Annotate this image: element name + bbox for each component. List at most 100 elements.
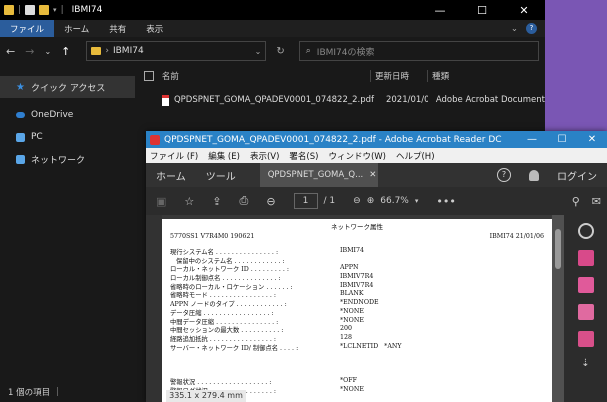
acrobat-toolbar: ▣ ☆ ⇪ ⎙ ⊖ 1 / 1 ⊖ ⊕ 66.7% ▾ ••• ⚲ ✉ bbox=[146, 187, 607, 215]
attribute-row: サーバー・ネットワーク ID/ 制御点名 . . . . : *LCLNETID … bbox=[170, 343, 544, 352]
column-date[interactable]: 更新日時 bbox=[370, 70, 427, 82]
search-icon: ⌕ bbox=[305, 46, 311, 56]
right-tools-pane: ⇣ bbox=[564, 215, 607, 402]
attribute-value: IBMIV7R4 bbox=[340, 273, 374, 281]
close-icon[interactable]: ✕ bbox=[577, 134, 607, 145]
attribute-list: 現行システム名 . . . . . . . . . . . . . . . : I… bbox=[170, 247, 544, 351]
tab-tools[interactable]: ツール bbox=[196, 163, 246, 187]
page-header-left: 5770SS1 V7R4M0 190621 bbox=[170, 233, 255, 240]
attribute-value: APPN bbox=[340, 264, 359, 272]
upload-icon[interactable]: ⇪ bbox=[212, 195, 221, 208]
edit-pdf-icon[interactable] bbox=[577, 277, 594, 293]
tab-view[interactable]: 表示 bbox=[136, 20, 173, 37]
file-name: QPDSPNET_GOMA_QPADEV0001_074822_2.pdf bbox=[173, 95, 375, 105]
nav-item-label: クイック アクセス bbox=[30, 83, 106, 94]
attribute-label: 現行システム名 . . . . . . . . . . . . . . . : bbox=[170, 249, 279, 256]
attribute-value: *NONE bbox=[340, 316, 364, 324]
nav-item-label: ネットワーク bbox=[31, 155, 86, 166]
export-pdf-icon[interactable] bbox=[577, 250, 594, 266]
file-row[interactable]: QPDSPNET_GOMA_QPADEV0001_074822_2.pdf 20… bbox=[140, 90, 545, 110]
divider: | bbox=[60, 5, 64, 15]
attribute-row: 現行システム名 . . . . . . . . . . . . . . . : I… bbox=[170, 247, 544, 256]
bookmark-star-icon[interactable]: ☆ bbox=[184, 195, 194, 208]
close-tab-icon[interactable]: ✕ bbox=[369, 170, 376, 180]
new-folder-icon[interactable] bbox=[39, 5, 50, 15]
attribute-value: 128 bbox=[340, 333, 353, 341]
chevron-down-icon[interactable]: ⌄ bbox=[255, 47, 262, 56]
tab-share[interactable]: 共有 bbox=[99, 20, 136, 37]
pdf-file-icon bbox=[162, 94, 169, 106]
zoom-out-icon[interactable]: ⊖ bbox=[353, 196, 361, 206]
menu-sign[interactable]: 署名(S) bbox=[289, 150, 318, 162]
chevron-down-icon[interactable]: ⇣ bbox=[581, 358, 589, 369]
nav-item-network[interactable]: ネットワーク bbox=[0, 148, 135, 170]
nav-item-quick-access[interactable]: ★ クイック アクセス bbox=[0, 76, 135, 98]
minimize-icon[interactable]: — bbox=[517, 134, 547, 145]
print-icon[interactable]: ⎙ bbox=[240, 194, 249, 208]
zoom-value[interactable]: 66.7% bbox=[380, 196, 409, 206]
explorer-titlebar: | ▾ | IBMI74 — ☐ ✕ bbox=[0, 0, 545, 20]
acrobat-logo-icon bbox=[150, 134, 160, 145]
zoom-plus-icon[interactable]: ⊕ bbox=[367, 196, 375, 206]
chevron-down-icon[interactable]: ▾ bbox=[53, 6, 57, 14]
menu-window[interactable]: ウィンドウ(W) bbox=[328, 150, 386, 162]
link-icon[interactable]: ⚲ bbox=[572, 195, 580, 208]
close-icon[interactable]: ✕ bbox=[503, 4, 545, 17]
minimize-icon[interactable]: — bbox=[419, 4, 461, 17]
attribute-value: *LCLNETID *ANY bbox=[340, 342, 402, 350]
properties-icon[interactable] bbox=[25, 5, 36, 15]
tab-home[interactable]: ホーム bbox=[54, 20, 99, 37]
address-bar[interactable]: › IBMI74 ⌄ bbox=[86, 41, 267, 61]
menu-edit[interactable]: 編集 (E) bbox=[208, 150, 240, 162]
address-path: IBMI74 bbox=[112, 46, 144, 56]
save-icon[interactable]: ▣ bbox=[156, 195, 166, 208]
chevron-down-icon[interactable]: ⌄ bbox=[511, 24, 518, 34]
tab-file[interactable]: ファイル bbox=[0, 20, 55, 37]
attribute-label: 中間データ圧縮 . . . . . . . . . . . . . . . : bbox=[170, 318, 279, 326]
folder-icon bbox=[4, 5, 14, 15]
maximize-icon[interactable]: ☐ bbox=[461, 4, 503, 17]
column-type[interactable]: 種類 bbox=[427, 70, 545, 82]
page-number-input[interactable]: 1 bbox=[293, 193, 318, 209]
column-name[interactable]: 名前 bbox=[162, 70, 370, 82]
menu-help[interactable]: ヘルプ(H) bbox=[396, 150, 435, 162]
back-icon[interactable]: ← bbox=[6, 45, 15, 58]
pdf-page: ネットワーク属性 5770SS1 V7R4M0 190621 IBMI74 21… bbox=[162, 219, 552, 402]
zoom-tool-icon[interactable] bbox=[577, 223, 594, 239]
nav-item-pc[interactable]: PC bbox=[0, 126, 135, 148]
attribute-row: APPN ノードのタイプ . . . . . . . . . . . . : *E… bbox=[170, 299, 544, 308]
more-tools-icon[interactable]: ••• bbox=[436, 195, 455, 208]
chevron-down-icon[interactable]: ▾ bbox=[415, 197, 419, 205]
ribbon-tabs: ファイル ホーム 共有 表示 ⌄ ? bbox=[0, 20, 545, 37]
menu-file[interactable]: ファイル (F) bbox=[150, 150, 198, 162]
file-list: 名前 更新日時 種類 QPDSPNET_GOMA_QPADEV0001_0748… bbox=[140, 66, 545, 110]
select-all-checkbox[interactable] bbox=[144, 71, 154, 81]
attribute-row: 中間データ圧縮 . . . . . . . . . . . . . . . : *… bbox=[170, 317, 544, 326]
attribute-label: 経路追加抵抗 . . . . . . . . . . . . . . . . : bbox=[170, 335, 276, 343]
menu-view[interactable]: 表示(V) bbox=[250, 150, 279, 162]
attribute-row: データ圧縮 . . . . . . . . . . . . . . . . . … bbox=[170, 308, 544, 317]
up-icon[interactable]: ↑ bbox=[61, 45, 70, 58]
chevron-down-icon[interactable]: ⌄ bbox=[44, 47, 51, 56]
tab-home[interactable]: ホーム bbox=[146, 163, 196, 187]
comment-icon[interactable] bbox=[577, 331, 594, 347]
attribute-row: ローカル制御点名 . . . . . . . . . . . . . . : IB… bbox=[170, 273, 544, 282]
organize-pages-icon[interactable] bbox=[577, 304, 594, 320]
attribute-label: ローカル・ネットワーク ID . . . . . . . . . : bbox=[170, 266, 289, 274]
mail-icon[interactable]: ✉ bbox=[592, 195, 601, 208]
search-input[interactable]: ⌕ IBMI74の検索 bbox=[298, 41, 539, 61]
nav-item-onedrive[interactable]: OneDrive bbox=[0, 104, 135, 126]
forward-icon[interactable]: → bbox=[25, 45, 34, 58]
refresh-icon[interactable]: ↻ bbox=[276, 46, 284, 57]
help-icon[interactable]: ? bbox=[497, 168, 511, 182]
zoom-out-search-icon[interactable]: ⊖ bbox=[266, 195, 275, 208]
maximize-icon[interactable]: ☐ bbox=[547, 134, 577, 145]
tab-document[interactable]: QPDSPNET_GOMA_Q... ✕ bbox=[259, 163, 378, 187]
help-icon[interactable]: ? bbox=[526, 23, 537, 34]
acrobat-window: QPDSPNET_GOMA_QPADEV0001_074822_2.pdf - … bbox=[146, 131, 607, 402]
login-button[interactable]: ログイン bbox=[557, 168, 597, 183]
folder-icon bbox=[91, 47, 102, 55]
page-header-right: IBMI74 21/01/06 bbox=[489, 233, 544, 240]
vertical-scrollbar[interactable] bbox=[552, 215, 564, 402]
bell-icon[interactable] bbox=[529, 169, 539, 181]
